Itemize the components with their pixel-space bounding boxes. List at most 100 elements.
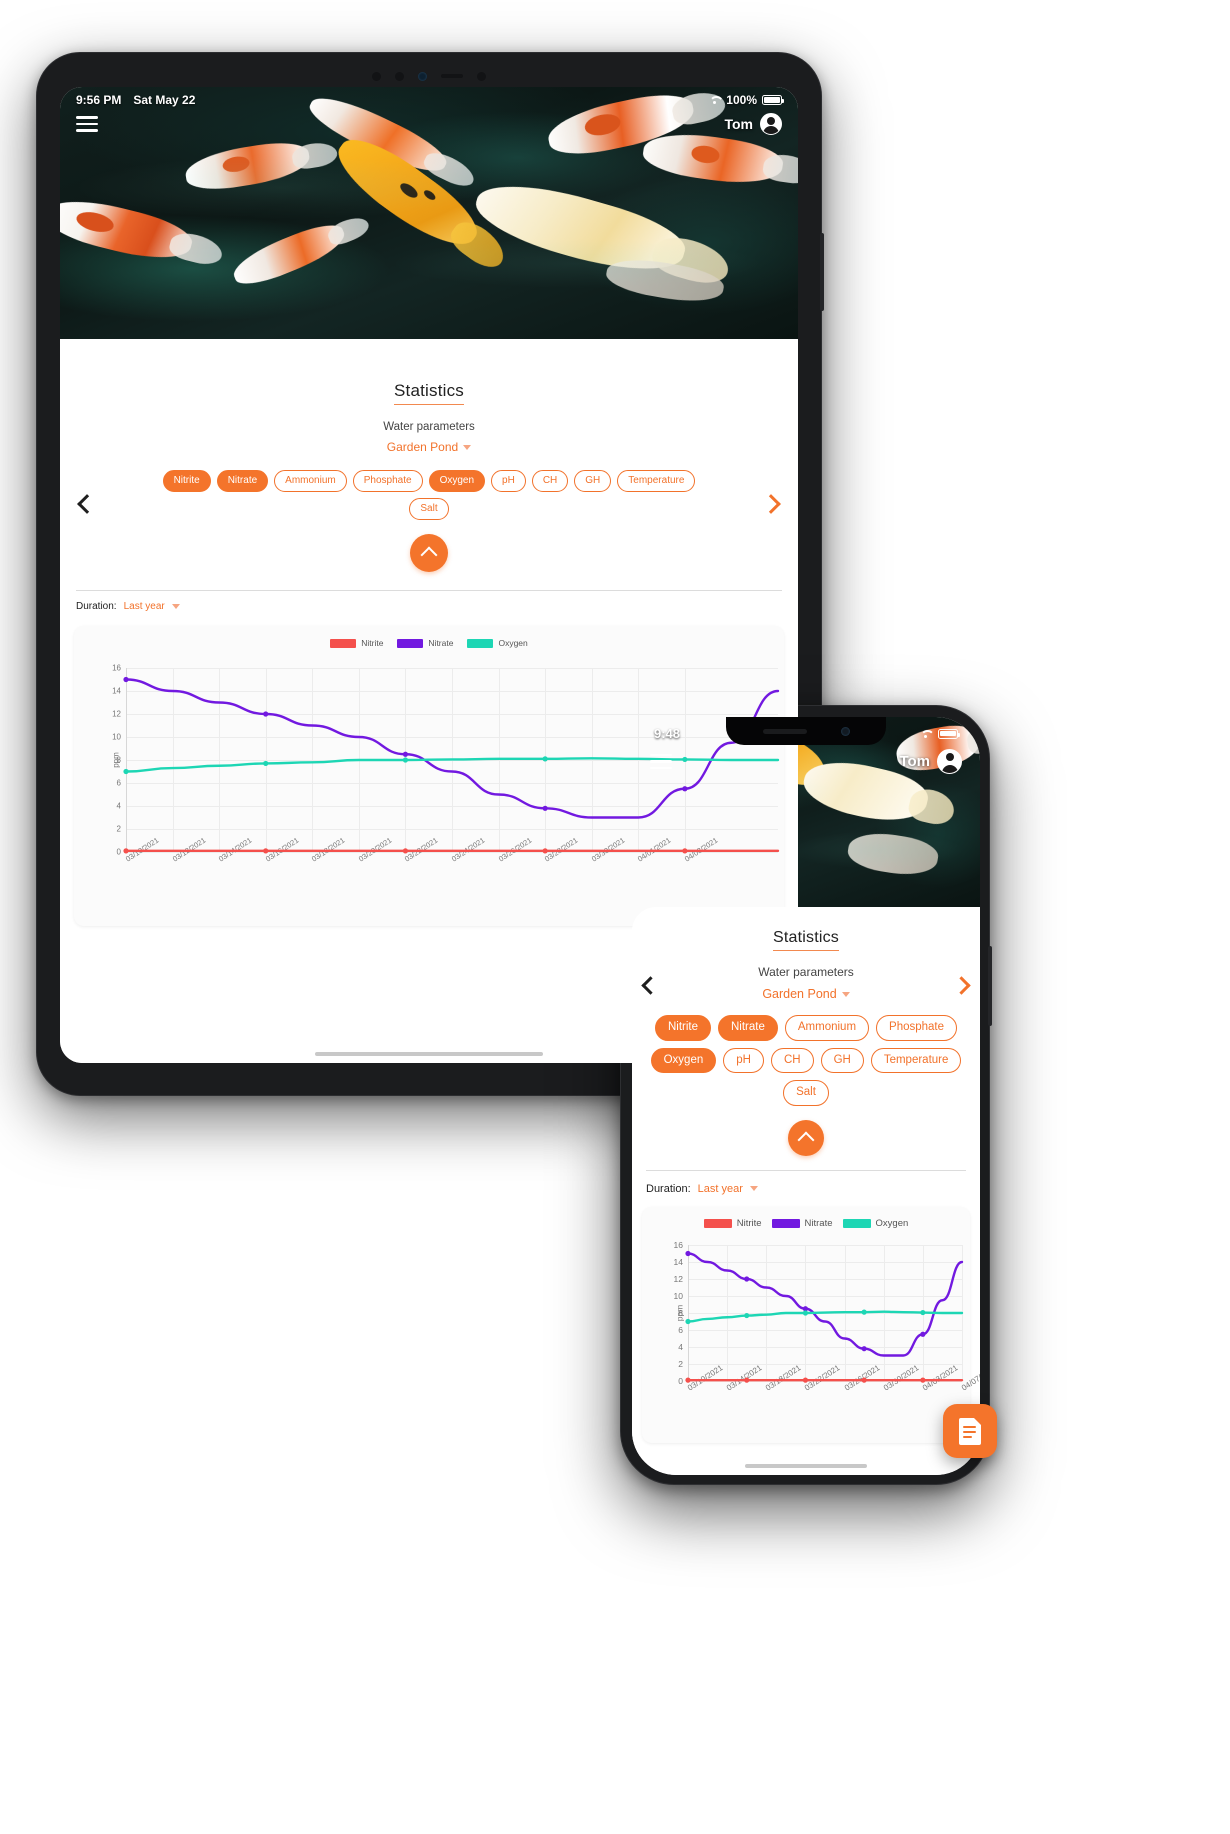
series-point-nitrite — [682, 848, 688, 854]
series-point-nitrite — [861, 1377, 867, 1383]
phone-notch — [726, 717, 886, 745]
parameter-chip-nitrate[interactable]: Nitrate — [216, 470, 269, 492]
avatar-icon[interactable] — [760, 113, 782, 135]
hamburger-menu-icon[interactable] — [76, 116, 98, 132]
series-point-nitrate — [123, 676, 129, 683]
parameter-chip-nitrite[interactable]: Nitrite — [654, 1015, 711, 1041]
legend-swatch-nitrite — [330, 638, 357, 648]
tablet-status-bar: 9:56 PM Sat May 22 100% — [60, 87, 798, 109]
legend-label-nitrate: Nitrate — [804, 1217, 833, 1229]
section-divider — [76, 590, 782, 591]
status-time: 9:56 PM — [76, 93, 122, 107]
legend-item-nitrite[interactable]: Nitrite — [703, 1217, 762, 1229]
legend-item-oxygen[interactable]: Oxygen — [842, 1217, 909, 1229]
chart-legend-phone: Nitrite Nitrate Oxygen — [642, 1207, 970, 1229]
series-point-oxygen — [861, 1309, 867, 1315]
parameter-chip-salt[interactable]: Salt — [783, 1080, 829, 1106]
battery-icon — [762, 95, 784, 105]
phone-parameter-chips: Nitrite Nitrate Ammonium Phosphate Oxygen pH C… — [646, 1015, 966, 1106]
speaker-slit-icon — [441, 74, 463, 78]
camera-dot-icon-2 — [395, 71, 404, 81]
series-point-nitrite — [685, 1377, 691, 1383]
parameter-chip-phosphate[interactable]: Phosphate — [352, 470, 423, 492]
title-row-phone: Statistics — [632, 907, 980, 951]
chart-series-layer — [123, 676, 780, 854]
document-report-icon[interactable] — [943, 1404, 997, 1458]
series-point-nitrite — [402, 848, 409, 854]
sensor-dot-icon — [477, 71, 486, 81]
series-point-nitrite — [744, 1377, 750, 1383]
parameter-chip-ammonium[interactable]: Ammonium — [784, 1015, 870, 1041]
camera-dot-icon — [372, 71, 381, 81]
series-point-nitrate — [542, 805, 548, 811]
parameter-chip-salt[interactable]: Salt — [409, 498, 449, 520]
series-point-nitrate — [682, 786, 688, 792]
phone-water-parameters-chart: Nitrite Nitrate Oxygen ppm 0 2 4 6 8 10 12 14 16 03/… — [642, 1206, 980, 1443]
parameter-chip-gh[interactable]: GH — [820, 1047, 864, 1073]
tablet-side-button[interactable] — [820, 233, 824, 311]
pond-selector[interactable]: Garden Pond — [60, 440, 798, 454]
duration-label-phone: Duration: — [646, 1182, 691, 1195]
duration-value[interactable]: Last year — [124, 601, 165, 612]
collapse-parameters-button-phone[interactable] — [788, 1119, 824, 1156]
tablet-home-indicator[interactable] — [315, 1052, 543, 1056]
status-time-phone: 9:48 — [654, 726, 681, 741]
legend-label-oxygen: Oxygen — [875, 1217, 909, 1229]
parameter-chip-oxygen[interactable]: Oxygen — [428, 470, 486, 492]
phone-power-button[interactable] — [988, 946, 992, 1026]
legend-swatch-nitrite — [703, 1218, 732, 1228]
chevron-down-icon-duration-phone[interactable] — [749, 1186, 758, 1191]
legend-item-nitrate[interactable]: Nitrate — [771, 1217, 833, 1229]
parameter-chip-ch[interactable]: CH — [531, 470, 569, 492]
chevron-right-icon-phone — [952, 976, 971, 995]
parameter-chip-nitrate[interactable]: Nitrate — [718, 1015, 778, 1041]
title-row: Statistics — [60, 339, 798, 405]
user-name-label: Tom — [724, 116, 753, 132]
user-account[interactable]: Tom — [724, 113, 782, 135]
prev-pond-button-phone[interactable] — [641, 976, 660, 995]
parameter-chip-nitrite[interactable]: Nitrite — [162, 470, 211, 492]
parameter-chip-oxygen[interactable]: Oxygen — [650, 1047, 717, 1073]
parameter-chip-ch[interactable]: CH — [770, 1047, 814, 1073]
legend-swatch-nitrate — [397, 638, 424, 648]
series-point-nitrite — [123, 848, 129, 854]
collapse-parameters-button[interactable] — [410, 534, 448, 572]
pond-selector-phone[interactable]: Garden Pond — [632, 987, 980, 1001]
chart-series-layer — [685, 1250, 964, 1383]
chevron-down-icon-phone — [841, 992, 850, 998]
hamburger-menu-icon-phone[interactable] — [650, 753, 672, 770]
phone-home-indicator[interactable] — [745, 1464, 867, 1468]
battery-icon-phone — [938, 728, 960, 739]
prev-pond-button[interactable] — [77, 494, 97, 514]
next-pond-button-phone[interactable] — [952, 976, 971, 995]
chevron-up-icon — [420, 546, 438, 564]
parameter-chip-ph[interactable]: pH — [723, 1047, 764, 1073]
parameter-chip-phosphate[interactable]: Phosphate — [876, 1015, 958, 1041]
front-camera-icon — [418, 71, 427, 81]
legend-label-nitrite: Nitrite — [736, 1217, 762, 1229]
section-subtitle-phone: Water parameters — [758, 965, 854, 979]
chevron-down-icon-duration[interactable] — [171, 604, 180, 609]
parameter-chip-temperature[interactable]: Temperature — [870, 1047, 962, 1073]
legend-item-oxygen[interactable]: Oxygen — [467, 638, 528, 648]
parameter-chip-ammonium[interactable]: Ammonium — [274, 470, 347, 492]
next-pond-button[interactable] — [761, 494, 781, 514]
avatar-icon-phone[interactable] — [937, 749, 962, 774]
legend-item-nitrate[interactable]: Nitrate — [397, 638, 453, 648]
series-point-nitrate — [402, 751, 409, 757]
parameter-chip-gh[interactable]: GH — [574, 470, 612, 492]
series-point-nitrate — [861, 1345, 867, 1351]
chevron-right-icon — [761, 494, 781, 514]
legend-item-nitrite[interactable]: Nitrite — [330, 638, 383, 648]
parameter-chip-ph[interactable]: pH — [491, 470, 526, 492]
legend-swatch-oxygen — [842, 1218, 871, 1228]
legend-label-oxygen: Oxygen — [498, 638, 528, 648]
parameter-chip-temperature[interactable]: Temperature — [617, 470, 696, 492]
duration-value-phone[interactable]: Last year — [698, 1183, 743, 1195]
legend-label-nitrite: Nitrite — [361, 638, 384, 648]
series-point-nitrite — [920, 1377, 926, 1383]
legend-swatch-oxygen — [467, 638, 494, 648]
screenshot-stage: 9:56 PM Sat May 22 100% Tom Statistics W… — [0, 0, 1230, 1834]
user-account-phone[interactable]: Tom — [899, 749, 962, 774]
tablet-parameter-chips: Nitrite Nitrate Ammonium Phosphate Oxygen pH C… — [156, 470, 702, 520]
